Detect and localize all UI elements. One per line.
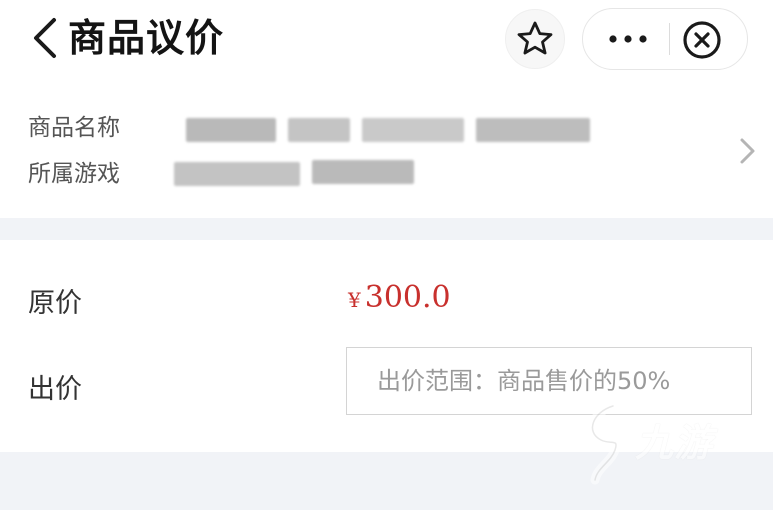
capsule-divider: [669, 23, 670, 55]
chevron-left-icon: [34, 18, 56, 58]
product-name-label: 商品名称: [28, 115, 120, 141]
page: 商品议价 商品名称 所属游戏 原价 ¥ 300.0 出价 出价范围：商品售价的5…: [0, 0, 773, 510]
star-icon: [517, 21, 553, 55]
original-price-label: 原价: [28, 288, 82, 319]
close-button[interactable]: [679, 17, 725, 63]
close-circle-icon: [683, 21, 721, 59]
game-label: 所属游戏: [28, 161, 120, 187]
top-nav-bar: 商品议价: [0, 0, 773, 78]
page-title: 商品议价: [68, 16, 225, 60]
more-button[interactable]: [583, 9, 669, 69]
watermark-text: 九游: [635, 421, 714, 465]
favorite-button[interactable]: [505, 9, 565, 69]
product-info-row[interactable]: 商品名称 所属游戏: [0, 98, 773, 218]
back-button[interactable]: [26, 14, 66, 62]
bid-label: 出价: [28, 374, 82, 405]
currency-symbol: ¥: [348, 288, 361, 312]
watermark: 九游: [575, 398, 745, 488]
section-divider: [0, 218, 773, 240]
mini-program-capsule: [582, 8, 748, 70]
chevron-right-icon: [740, 138, 755, 164]
original-price-value: ¥300.0: [348, 278, 451, 322]
more-dots-icon: [609, 35, 647, 43]
price-amount: 300.0: [364, 280, 451, 315]
